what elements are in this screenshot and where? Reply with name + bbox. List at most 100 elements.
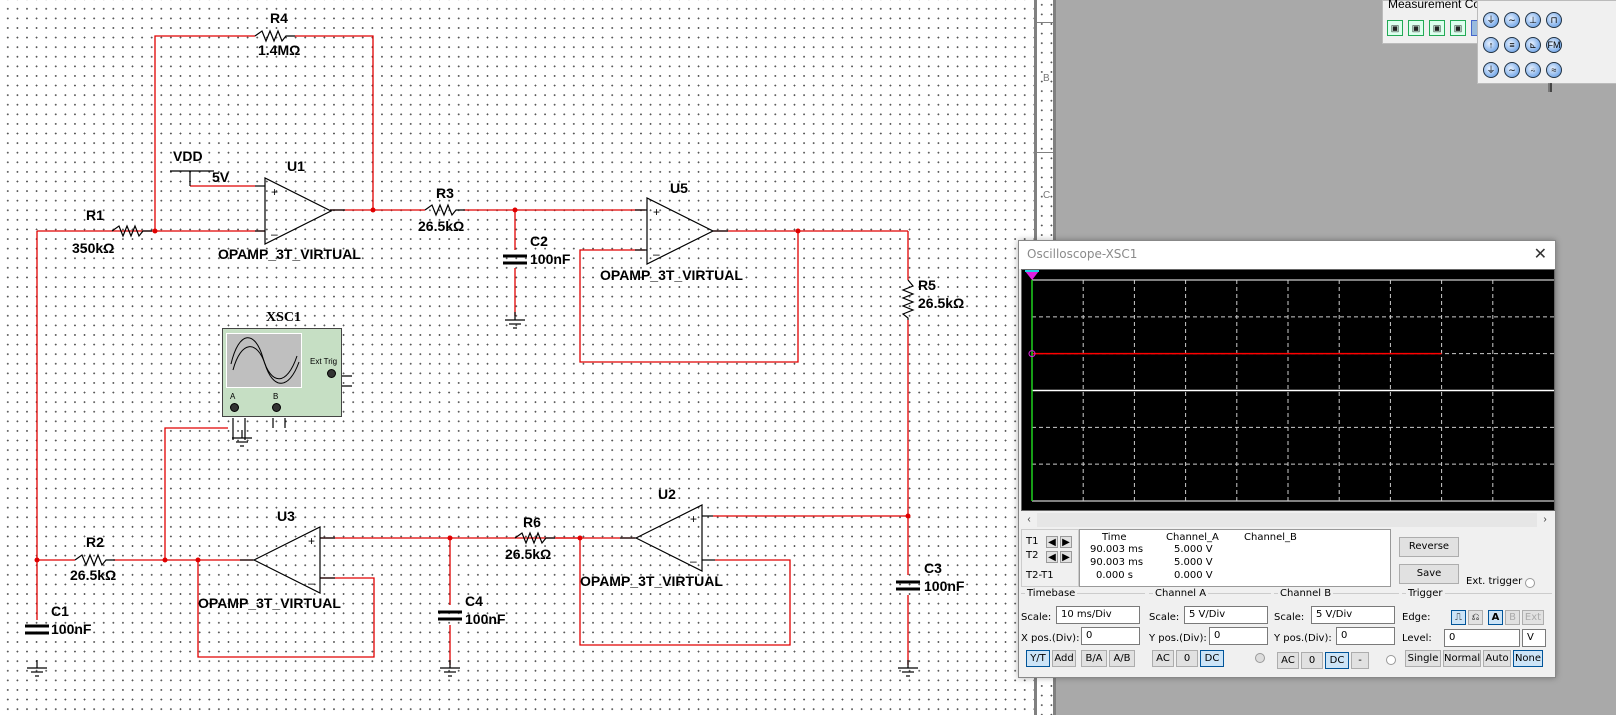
wire: [579, 538, 791, 646]
probe-icon[interactable]: ▣: [1408, 20, 1424, 36]
scope-display[interactable]: [1021, 269, 1555, 511]
channel-b-ac-button[interactable]: AC: [1277, 652, 1299, 669]
resistor-r4: [254, 29, 295, 43]
r1-value: 350kΩ: [72, 240, 115, 256]
falling-edge-icon[interactable]: ⎌: [1468, 610, 1483, 625]
x-pos-field[interactable]: 0: [1081, 627, 1140, 645]
channel-a-ac-button[interactable]: AC: [1152, 650, 1174, 667]
trigger-source-ext-button[interactable]: Ext: [1522, 610, 1544, 625]
t1-right-arrow-icon[interactable]: ▶: [1060, 536, 1072, 548]
resistor-r5: [901, 279, 915, 320]
save-button[interactable]: Save: [1399, 564, 1459, 584]
channel-b-radio[interactable]: [1386, 655, 1396, 665]
probe-icon[interactable]: ▣: [1450, 20, 1466, 36]
level-unit-select[interactable]: V: [1522, 629, 1546, 647]
timebase-group: Timebase Scale: 10 ms/Div X pos.(Div): 0…: [1021, 588, 1145, 674]
source-icon[interactable]: ≈: [1546, 62, 1562, 78]
channel-a-y-pos-field[interactable]: 0: [1209, 627, 1268, 645]
channel-a-scale-field[interactable]: 5 V/Div: [1184, 606, 1268, 624]
mode-yt-button[interactable]: Y/T: [1026, 650, 1050, 667]
source-icon[interactable]: FM: [1546, 37, 1562, 53]
scroll-left-icon[interactable]: ‹: [1021, 513, 1037, 527]
channel-b-scale-label: Scale:: [1274, 612, 1305, 623]
zone-letter-b: B: [1043, 73, 1050, 84]
t2-left-arrow-icon[interactable]: ◀: [1046, 551, 1058, 563]
trigger-source-a-button[interactable]: A: [1488, 610, 1503, 625]
junction-dot: [577, 535, 583, 541]
probe-icon[interactable]: ▣: [1387, 20, 1403, 36]
trigger-source-b-button[interactable]: B: [1505, 610, 1520, 625]
timebase-scale-field[interactable]: 10 ms/Div: [1056, 606, 1140, 624]
scroll-right-icon[interactable]: ›: [1537, 513, 1553, 527]
junction-dot: [152, 228, 158, 234]
wire: [154, 35, 255, 231]
t2-t1-channel-a: 0.000 V: [1174, 570, 1213, 581]
junction-dot: [162, 557, 168, 563]
oscilloscope-instrument[interactable]: Ext Trig A B: [222, 328, 342, 417]
mode-b-a-button[interactable]: B/A: [1081, 650, 1107, 667]
level-label: Level:: [1402, 633, 1432, 644]
scope-screen: [1025, 270, 1554, 502]
t2-t1-label: T2-T1: [1026, 570, 1054, 581]
channel-b-title: Channel B: [1278, 588, 1334, 599]
reverse-button[interactable]: Reverse: [1399, 537, 1459, 557]
probe-icon[interactable]: ▣: [1429, 20, 1445, 36]
ext-trig-terminal[interactable]: [327, 369, 336, 378]
channel-a-dc-button[interactable]: DC: [1200, 650, 1224, 667]
mode-a-b-button[interactable]: A/B: [1109, 650, 1135, 667]
c4-ref: C4: [465, 593, 483, 609]
xsc1-ref: XSC1: [266, 310, 302, 325]
rising-edge-icon[interactable]: ⎍: [1451, 610, 1466, 625]
ground-bus-icon[interactable]: ⫼: [1548, 83, 1564, 97]
source-icon[interactable]: ∼: [1504, 62, 1520, 78]
channel-a-terminal[interactable]: [230, 403, 239, 412]
channel-b-y-pos-field[interactable]: 0: [1336, 627, 1395, 645]
r1-ref: R1: [86, 207, 104, 223]
channel-b-invert-button[interactable]: -: [1351, 652, 1369, 669]
measurement-components-toolbar: Measurement Co ▣ ▣ ▣ ▣: [1382, 0, 1492, 44]
channel-b-zero-button[interactable]: 0: [1301, 652, 1323, 669]
schematic-canvas[interactable]: + – + – + – + – R4 1.4MΩ VDD 5V U1 OPAMP_3T_VIR…: [0, 0, 1034, 715]
ext-trigger-radio[interactable]: [1525, 578, 1535, 588]
r2-value: 26.5kΩ: [70, 567, 117, 583]
source-icon[interactable]: ⏚: [1483, 62, 1499, 78]
channel-b-terminal[interactable]: [272, 403, 281, 412]
t1-left-arrow-icon[interactable]: ◀: [1046, 536, 1058, 548]
source-icon[interactable]: ≡: [1504, 37, 1520, 53]
plus-sign: +: [308, 534, 315, 548]
cursor-readout-table: Time Channel_A Channel_B 90.003 ms 5.000…: [1079, 529, 1391, 587]
junction-dot: [447, 535, 453, 541]
junction-dot: [905, 513, 911, 519]
t2-label: T2: [1026, 550, 1039, 561]
t2-right-arrow-icon[interactable]: ▶: [1060, 551, 1072, 563]
horizontal-scrollbar[interactable]: ‹ ›: [1021, 513, 1553, 527]
r5-ref: R5: [918, 277, 936, 293]
channel-a-terminal-label: A: [230, 392, 236, 401]
sources-toolbar: ⏚ ∼ ⊥ ⊓ ↑ ≡ ⊾ FM ⏚ ∼ ⍨ ≈ ⫼: [1477, 0, 1616, 94]
channel-b-dc-button[interactable]: DC: [1325, 652, 1349, 669]
source-icon[interactable]: ∼: [1504, 12, 1520, 28]
source-icon[interactable]: ⊥: [1525, 12, 1541, 28]
plus-sign: +: [271, 185, 278, 199]
channel-b-scale-field[interactable]: 5 V/Div: [1311, 606, 1395, 624]
source-icon[interactable]: ↑: [1483, 37, 1499, 53]
channel-a-zero-button[interactable]: 0: [1176, 650, 1198, 667]
wire: [295, 35, 374, 210]
r4-value: 1.4MΩ: [258, 42, 301, 58]
toolbar-title: Measurement Co: [1388, 0, 1481, 11]
source-icon[interactable]: ⏚: [1483, 12, 1499, 28]
level-field[interactable]: 0: [1444, 629, 1520, 647]
mode-add-button[interactable]: Add: [1052, 650, 1076, 667]
resistor-r3: [424, 203, 465, 217]
close-icon[interactable]: ✕: [1534, 244, 1547, 264]
source-icon[interactable]: ⊾: [1525, 37, 1541, 53]
trigger-normal-button[interactable]: Normal: [1443, 650, 1481, 667]
source-icon[interactable]: ⊓: [1546, 12, 1562, 28]
trigger-none-button[interactable]: None: [1513, 650, 1543, 667]
source-icon[interactable]: ⍨: [1525, 62, 1541, 78]
window-titlebar[interactable]: Oscilloscope-XSC1 ✕: [1019, 241, 1555, 269]
channel-a-radio[interactable]: [1255, 653, 1265, 663]
trigger-single-button[interactable]: Single: [1405, 650, 1441, 667]
trigger-auto-button[interactable]: Auto: [1483, 650, 1511, 667]
r6-ref: R6: [523, 514, 541, 530]
